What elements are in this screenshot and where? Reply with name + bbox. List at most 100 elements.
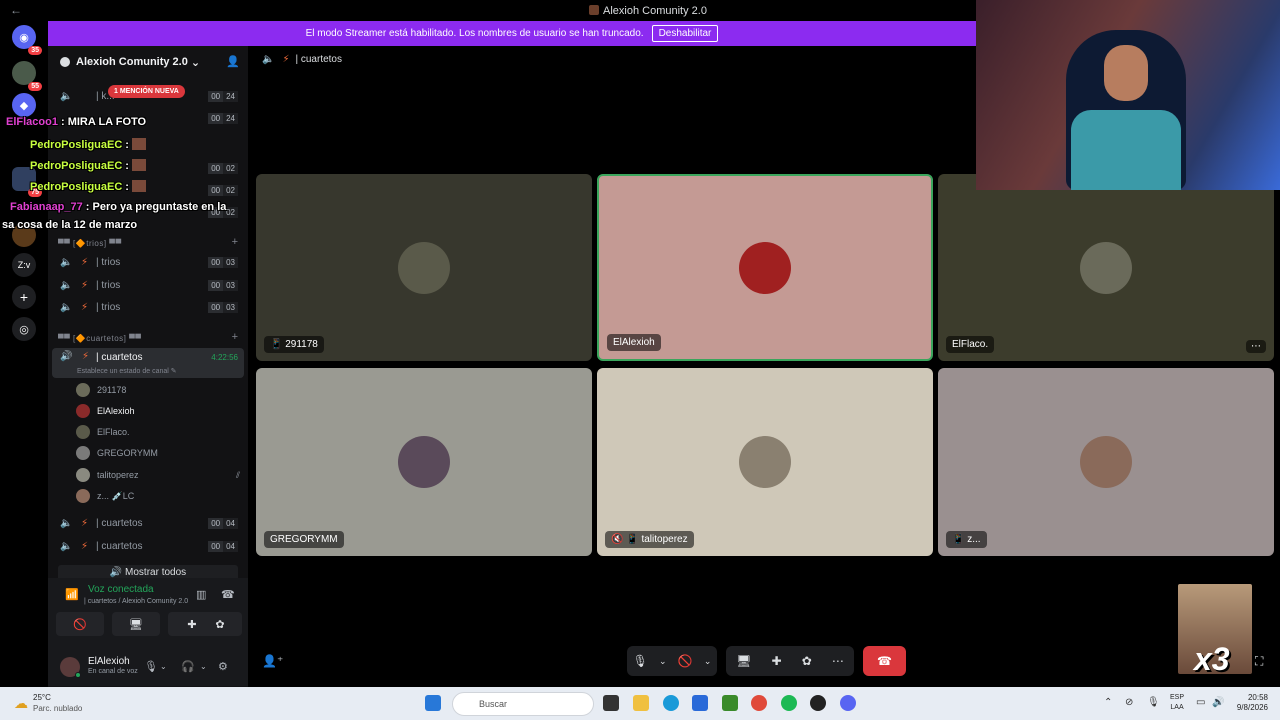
avatar: [398, 241, 450, 294]
signal-icon[interactable]: 📶: [65, 588, 79, 601]
user-area: ElAlexioh En canal de voz 🎙 ⌄ 🎧 ⌄ ⚙: [48, 648, 248, 686]
windows-start-icon[interactable]: [425, 695, 441, 711]
camera-off-icon[interactable]: 🚫: [678, 654, 693, 668]
temperature[interactable]: 25°C: [33, 693, 51, 702]
chevron-down-icon: ⌄: [190, 56, 201, 69]
explore-icon[interactable]: ◎: [12, 317, 36, 341]
chat-message: sa cosa de la 12 de marzo: [2, 219, 138, 231]
minecraft-icon[interactable]: [722, 695, 738, 711]
voice-user[interactable]: ElFlaco.: [76, 423, 130, 441]
chrome-icon[interactable]: [751, 695, 767, 711]
more-icon[interactable]: ⋯: [832, 654, 844, 668]
bolt-icon: ⚡: [81, 540, 89, 552]
soundboard-button[interactable]: ✿: [198, 612, 242, 636]
banner-text: El modo Streamer está habilitado. Los no…: [305, 28, 644, 39]
obs-icon[interactable]: [810, 695, 826, 711]
microphone-icon[interactable]: 🎙: [144, 660, 158, 673]
add-server-icon[interactable]: +: [12, 285, 36, 309]
speaker-icon: 🔊: [60, 351, 73, 362]
display-icon[interactable]: ▭: [1196, 697, 1205, 708]
chevron-down-icon[interactable]: ⌄: [160, 662, 167, 671]
discord-home-icon[interactable]: ◉ 35: [12, 25, 42, 55]
category-trios[interactable]: ▀▀ [🔶trios] ▀▀: [58, 239, 122, 248]
participant-tile-speaking[interactable]: ElAlexioh: [597, 174, 933, 361]
server-icon[interactable]: Z:v: [12, 253, 36, 277]
chevron-down-icon[interactable]: ⌄: [704, 656, 712, 667]
server-icon[interactable]: 55: [12, 61, 42, 91]
add-member-icon[interactable]: 👤: [226, 55, 240, 68]
language-indicator[interactable]: ESP LAA: [1170, 693, 1184, 713]
weather-icon[interactable]: ☁: [14, 695, 28, 712]
app-icon: [589, 5, 600, 15]
screen-share-button[interactable]: 🖥: [112, 612, 160, 636]
microphone-icon[interactable]: 🎙: [633, 654, 648, 668]
chevron-up-icon[interactable]: ⌃: [1104, 697, 1112, 708]
add-channel-icon[interactable]: +: [232, 236, 238, 248]
voice-user[interactable]: GREGORYMM: [76, 444, 158, 462]
volume-icon[interactable]: 🔊: [1212, 697, 1224, 708]
screen-share-icon[interactable]: 🖥: [736, 654, 751, 668]
username[interactable]: ElAlexioh: [88, 656, 130, 667]
clock[interactable]: 20:58 9/8/2026: [1226, 693, 1268, 713]
voice-connected-title[interactable]: Voz conectada: [88, 584, 154, 595]
unread-badge: 55: [28, 82, 42, 91]
store-icon[interactable]: [692, 695, 708, 711]
spotify-icon[interactable]: [781, 695, 797, 711]
speaker-icon: 🔈: [60, 256, 73, 268]
headphones-icon[interactable]: 🎧: [181, 660, 195, 673]
disable-button[interactable]: Deshabilitar: [651, 25, 719, 42]
fullscreen-icon[interactable]: ⛶: [1255, 654, 1263, 669]
activities-icon[interactable]: ✚: [771, 654, 781, 668]
voice-channel-trios[interactable]: 🔈 ⚡ | trios 00 03: [48, 275, 248, 295]
camera-off-button[interactable]: 🚫: [56, 612, 104, 636]
voice-user[interactable]: 291178: [76, 381, 126, 399]
noise-suppression-icon[interactable]: ▥: [196, 588, 206, 601]
avatar: [398, 436, 450, 488]
chat-message: PedroPosliguaEC:: [30, 138, 147, 151]
disconnect-button[interactable]: ☎: [863, 646, 906, 676]
taskbar-search[interactable]: Buscar: [452, 692, 594, 716]
set-channel-status[interactable]: Establece un estado de canal ✎: [77, 367, 177, 375]
add-channel-icon[interactable]: +: [232, 331, 238, 343]
disconnect-icon[interactable]: ☎: [221, 588, 235, 601]
bolt-icon: ⚡: [81, 301, 89, 313]
avatar: [739, 436, 791, 488]
microphone-icon[interactable]: 🎙: [1147, 697, 1160, 708]
settings-gear-icon[interactable]: ⚙: [218, 660, 228, 673]
voice-connected-channel[interactable]: | cuartetos / Alexioh Comunity 2.0: [84, 598, 188, 605]
file-explorer-icon[interactable]: [633, 695, 649, 711]
category-cuartetos[interactable]: ▀▀ [🔶cuartetos] ▀▀: [58, 334, 141, 343]
chevron-down-icon[interactable]: ⌄: [659, 656, 667, 667]
voice-channel-cuartetos[interactable]: 🔈 ⚡ | cuartetos 00 04: [48, 513, 248, 533]
avatar: [76, 446, 90, 460]
speaker-icon: 🔈: [60, 517, 73, 529]
participant-tile[interactable]: 🔇 📱 talitoperez: [597, 368, 933, 556]
voice-channel-trios[interactable]: 🔈 ⚡ | trios 00 03: [48, 252, 248, 272]
participant-tile[interactable]: 📱 z...: [938, 368, 1274, 556]
user-count: 00 03: [208, 279, 238, 291]
voice-user[interactable]: z... 💉LC: [76, 487, 134, 505]
server-icon[interactable]: ◆: [12, 93, 36, 117]
participant-label: 📱 z...: [946, 531, 987, 548]
invite-icon[interactable]: 👤⁺: [262, 654, 283, 668]
discord-icon[interactable]: [840, 695, 856, 711]
voice-user[interactable]: ElAlexioh: [76, 402, 135, 420]
active-voice-channel[interactable]: 🔊 ⚡ | cuartetos 4:22:56 Establece un est…: [52, 348, 244, 378]
soundboard-icon[interactable]: ✿: [802, 654, 812, 668]
chevron-down-icon[interactable]: ⌄: [200, 662, 207, 671]
participant-tile[interactable]: ElFlaco. ⋯: [938, 174, 1274, 361]
voice-channel-trios[interactable]: 🔈 ⚡ | trios 00 03: [48, 297, 248, 317]
new-mention-pill[interactable]: 1 MENCIÓN NUEVA: [108, 85, 185, 98]
weather-description[interactable]: Parc. nublado: [33, 704, 82, 713]
voice-channel-cuartetos[interactable]: 🔈 ⚡ | cuartetos 00 04: [48, 536, 248, 556]
voice-user[interactable]: talitoperez ⫽: [76, 466, 240, 484]
participant-tile[interactable]: GREGORYMM: [256, 368, 592, 556]
more-options-icon[interactable]: ⋯: [1246, 340, 1266, 353]
chat-message: Fabianaap_77: Pero ya preguntaste en la: [10, 201, 227, 213]
task-view-icon[interactable]: [603, 695, 619, 711]
network-icon[interactable]: ⊘: [1125, 697, 1133, 708]
participant-tile[interactable]: 📱 291178: [256, 174, 592, 361]
avatar: [76, 383, 90, 397]
edge-icon[interactable]: [663, 695, 679, 711]
guild-header[interactable]: Alexioh Comunity 2.0 ⌄ 👤: [48, 46, 248, 78]
